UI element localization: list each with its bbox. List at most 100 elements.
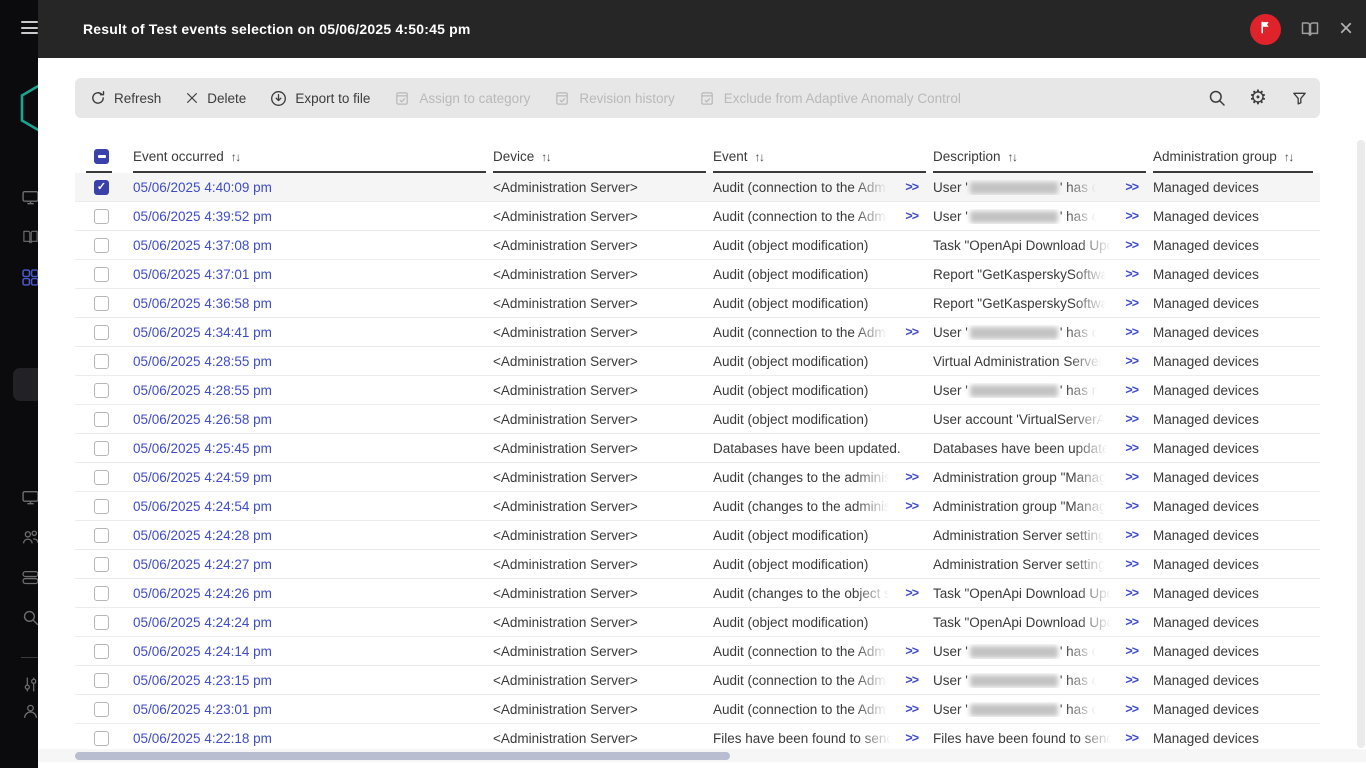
row-checkbox[interactable] (94, 209, 109, 224)
account-icon[interactable] (22, 703, 38, 721)
help-book-icon[interactable] (1300, 20, 1320, 38)
row-checkbox[interactable] (94, 325, 109, 340)
row-checkbox[interactable] (94, 383, 109, 398)
row-checkbox[interactable] (94, 412, 109, 427)
column-header-device[interactable]: Device↑↓ (493, 140, 713, 173)
expand-description-link[interactable]: >> (1121, 586, 1147, 600)
table-row[interactable]: 05/06/2025 4:40:09 pm<Administration Ser… (75, 173, 1320, 202)
column-header-administration-group[interactable]: Administration group↑↓ (1153, 140, 1320, 173)
table-row[interactable]: 05/06/2025 4:28:55 pm<Administration Ser… (75, 347, 1320, 376)
table-row[interactable]: 05/06/2025 4:24:27 pm<Administration Ser… (75, 550, 1320, 579)
table-row[interactable]: 05/06/2025 4:37:08 pm<Administration Ser… (75, 231, 1320, 260)
console-settings-icon[interactable] (22, 676, 38, 694)
row-checkbox[interactable] (94, 470, 109, 485)
table-row[interactable]: 05/06/2025 4:34:41 pm<Administration Ser… (75, 318, 1320, 347)
row-checkbox[interactable] (94, 267, 109, 282)
monitoring-icon[interactable] (22, 189, 38, 207)
table-row[interactable]: 05/06/2025 4:26:58 pm<Administration Ser… (75, 405, 1320, 434)
table-row[interactable]: 05/06/2025 4:24:59 pm<Administration Ser… (75, 463, 1320, 492)
event-time-link[interactable]: 05/06/2025 4:24:26 pm (133, 586, 272, 601)
row-checkbox[interactable] (94, 731, 109, 746)
notifications-flag-button[interactable] (1250, 14, 1281, 45)
table-row[interactable]: 05/06/2025 4:23:15 pm<Administration Ser… (75, 666, 1320, 695)
event-time-link[interactable]: 05/06/2025 4:39:52 pm (133, 209, 272, 224)
event-time-link[interactable]: 05/06/2025 4:22:18 pm (133, 731, 272, 746)
table-row[interactable]: 05/06/2025 4:36:58 pm<Administration Ser… (75, 289, 1320, 318)
table-row[interactable]: 05/06/2025 4:25:45 pm<Administration Ser… (75, 434, 1320, 463)
expand-description-link[interactable]: >> (1121, 470, 1147, 484)
expand-description-link[interactable]: >> (1121, 383, 1147, 397)
row-checkbox[interactable] (94, 557, 109, 572)
expand-description-link[interactable]: >> (1121, 557, 1147, 571)
expand-description-link[interactable]: >> (1121, 528, 1147, 542)
expand-event-link[interactable]: >> (901, 470, 927, 484)
expand-description-link[interactable]: >> (1121, 209, 1147, 223)
expand-event-link[interactable]: >> (901, 731, 927, 745)
row-checkbox[interactable] (94, 238, 109, 253)
row-checkbox[interactable] (94, 528, 109, 543)
expand-description-link[interactable]: >> (1121, 296, 1147, 310)
toolbar-button-refresh[interactable]: Refresh (90, 90, 161, 106)
expand-event-link[interactable]: >> (901, 180, 927, 194)
event-time-link[interactable]: 05/06/2025 4:23:01 pm (133, 702, 272, 717)
row-checkbox[interactable] (94, 644, 109, 659)
column-header-description[interactable]: Description↑↓ (933, 140, 1153, 173)
toolbar-button-delete[interactable]: Delete (185, 91, 246, 106)
toolbar-button-export-to-file[interactable]: Export to file (270, 90, 370, 107)
event-time-link[interactable]: 05/06/2025 4:24:27 pm (133, 557, 272, 572)
expand-description-link[interactable]: >> (1121, 180, 1147, 194)
expand-description-link[interactable]: >> (1121, 441, 1147, 455)
event-time-link[interactable]: 05/06/2025 4:24:24 pm (133, 615, 272, 630)
table-row[interactable]: 05/06/2025 4:24:14 pm<Administration Ser… (75, 637, 1320, 666)
event-time-link[interactable]: 05/06/2025 4:24:14 pm (133, 644, 272, 659)
expand-description-link[interactable]: >> (1121, 354, 1147, 368)
table-row[interactable]: 05/06/2025 4:24:28 pm<Administration Ser… (75, 521, 1320, 550)
event-time-link[interactable]: 05/06/2025 4:36:58 pm (133, 296, 272, 311)
expand-description-link[interactable]: >> (1121, 702, 1147, 716)
event-time-link[interactable]: 05/06/2025 4:37:01 pm (133, 267, 272, 282)
filter-icon[interactable] (1290, 90, 1308, 107)
devices-icon[interactable] (22, 489, 38, 507)
expand-event-link[interactable]: >> (901, 499, 927, 513)
expand-description-link[interactable]: >> (1121, 644, 1147, 658)
expand-event-link[interactable]: >> (901, 702, 927, 716)
active-nav-highlight[interactable] (13, 368, 38, 401)
event-time-link[interactable]: 05/06/2025 4:24:59 pm (133, 470, 272, 485)
library-book-icon[interactable] (22, 229, 38, 247)
expand-description-link[interactable]: >> (1121, 615, 1147, 629)
expand-description-link[interactable]: >> (1121, 267, 1147, 281)
row-checkbox[interactable] (94, 586, 109, 601)
expand-event-link[interactable]: >> (901, 644, 927, 658)
row-checkbox[interactable] (94, 441, 109, 456)
expand-event-link[interactable]: >> (901, 325, 927, 339)
expand-description-link[interactable]: >> (1121, 499, 1147, 513)
row-checkbox[interactable] (94, 354, 109, 369)
expand-event-link[interactable]: >> (901, 586, 927, 600)
horizontal-scrollbar-thumb[interactable] (75, 752, 730, 760)
row-checkbox[interactable] (94, 499, 109, 514)
table-row[interactable]: 05/06/2025 4:24:24 pm<Administration Ser… (75, 608, 1320, 637)
event-time-link[interactable]: 05/06/2025 4:37:08 pm (133, 238, 272, 253)
search-icon[interactable] (1208, 89, 1226, 107)
event-time-link[interactable]: 05/06/2025 4:24:54 pm (133, 499, 272, 514)
assets-grid-icon[interactable] (22, 269, 38, 287)
event-time-link[interactable]: 05/06/2025 4:26:58 pm (133, 412, 272, 427)
servers-icon[interactable] (22, 569, 38, 587)
expand-event-link[interactable]: >> (901, 673, 927, 687)
settings-icon[interactable]: ⚙ (1249, 89, 1267, 107)
row-checkbox[interactable] (94, 296, 109, 311)
close-icon[interactable]: × (1339, 19, 1353, 39)
expand-description-link[interactable]: >> (1121, 238, 1147, 252)
event-time-link[interactable]: 05/06/2025 4:23:15 pm (133, 673, 272, 688)
table-row[interactable]: 05/06/2025 4:28:55 pm<Administration Ser… (75, 376, 1320, 405)
expand-description-link[interactable]: >> (1121, 325, 1147, 339)
event-time-link[interactable]: 05/06/2025 4:24:28 pm (133, 528, 272, 543)
expand-description-link[interactable]: >> (1121, 731, 1147, 745)
table-row[interactable]: 05/06/2025 4:24:54 pm<Administration Ser… (75, 492, 1320, 521)
select-all-checkbox[interactable] (94, 149, 109, 164)
expand-description-link[interactable]: >> (1121, 673, 1147, 687)
table-row[interactable]: 05/06/2025 4:37:01 pm<Administration Ser… (75, 260, 1320, 289)
vertical-scrollbar[interactable] (1357, 140, 1365, 748)
event-time-link[interactable]: 05/06/2025 4:40:09 pm (133, 180, 272, 195)
row-checkbox[interactable] (94, 702, 109, 717)
